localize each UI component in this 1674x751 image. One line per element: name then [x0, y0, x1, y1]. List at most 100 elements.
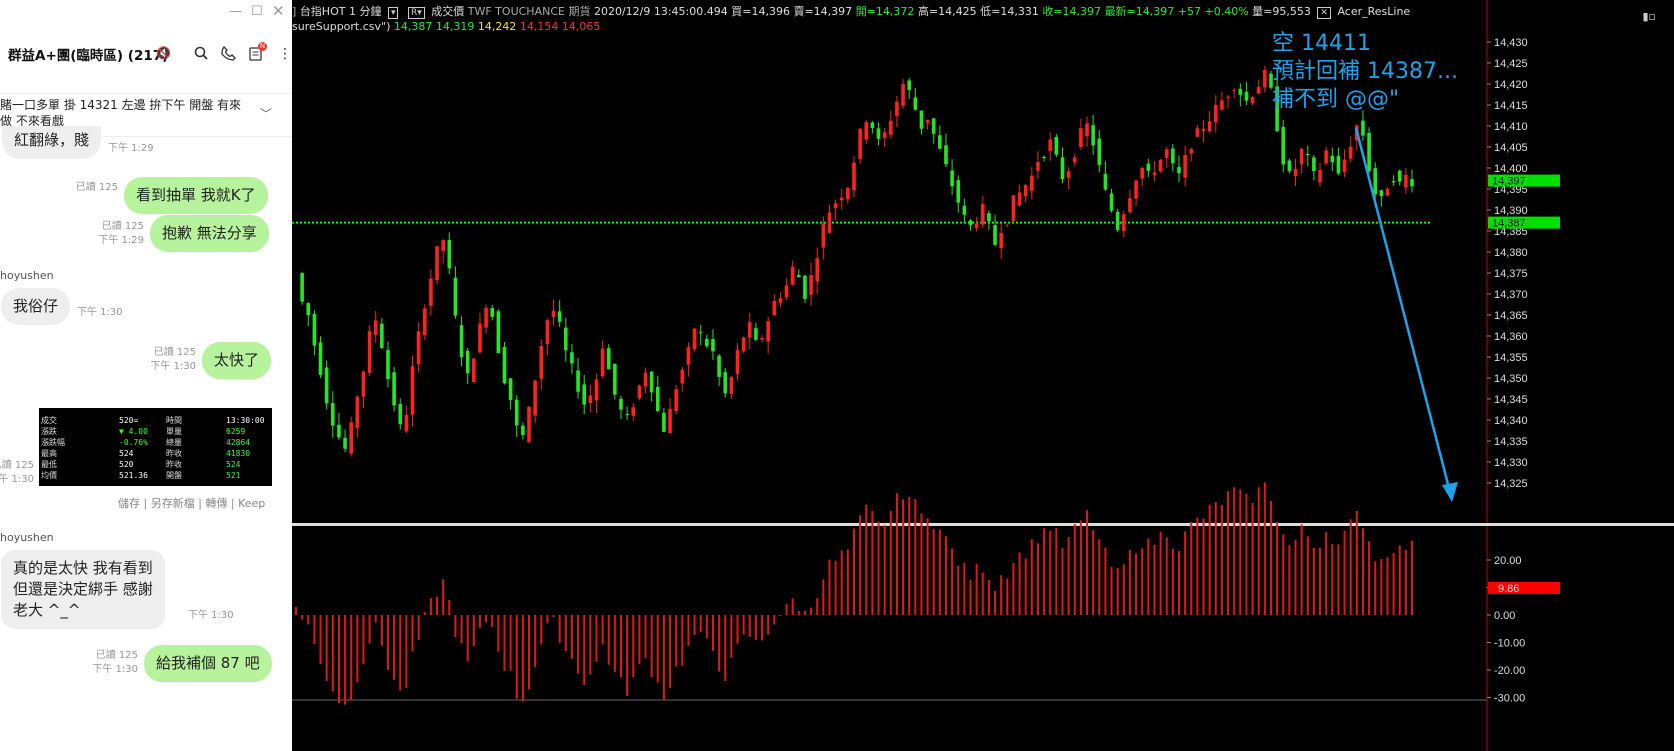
chat-group-title: 群益A+團(臨時區) (217) — [8, 48, 169, 64]
osc-tick-label: -30.00 — [1494, 693, 1525, 705]
quote-cell: -0.76% — [119, 438, 148, 447]
candle-body — [938, 135, 942, 149]
message-time: 下午 1:29 — [108, 143, 154, 154]
candle-body — [312, 313, 317, 346]
candle-body — [876, 128, 881, 139]
candle-body — [692, 328, 697, 349]
annotation-line: 補不到 @@" — [1272, 87, 1400, 112]
candle-body — [625, 414, 629, 416]
trend-arrow — [1354, 127, 1452, 493]
candle-body — [330, 403, 335, 426]
candle-body — [1397, 170, 1402, 182]
candle-body — [1342, 159, 1347, 172]
quote-cell: 單量 — [166, 427, 182, 436]
message-bubble[interactable]: 給我補個 87 吧 — [144, 645, 272, 682]
candle-body — [343, 437, 347, 449]
candle-body — [619, 398, 623, 410]
candle-body — [496, 311, 501, 354]
candle-body — [1042, 157, 1046, 159]
candle-body — [1134, 180, 1138, 199]
candle-body — [1238, 88, 1243, 95]
sender-name: hoyushen — [0, 531, 54, 544]
candle-body — [484, 308, 488, 328]
candle-body — [631, 407, 636, 416]
candle-body — [1140, 167, 1144, 179]
candle-body — [950, 170, 954, 187]
candle-body — [373, 320, 378, 335]
candle-body — [649, 371, 654, 393]
candle-body — [723, 372, 728, 394]
candle-body — [478, 323, 482, 353]
candle-body — [1410, 179, 1414, 187]
candle-body — [508, 378, 513, 401]
candle-body — [1232, 90, 1236, 92]
candle-body — [551, 310, 556, 318]
notice-text: 賭一口多單 掛 14321 左邊 拚下午 開盤 有來做 不來看戲 — [0, 98, 242, 128]
quote-cell: 均價 — [41, 471, 57, 480]
candle-body — [1048, 139, 1053, 152]
read-receipt: 已讀 125 — [153, 347, 196, 358]
candle-body — [404, 414, 409, 432]
minimize-icon[interactable]: — — [229, 4, 242, 19]
price-tick-label: 14,430 — [1494, 37, 1528, 49]
message-bubble[interactable]: 我俗仔 — [1, 288, 71, 325]
support-price-tag: 14,387 — [1492, 218, 1526, 230]
close-icon[interactable]: ✕ — [272, 2, 285, 20]
maximize-icon[interactable]: ☐ — [251, 4, 263, 19]
candle-body — [1336, 156, 1341, 174]
candle-body — [1054, 136, 1059, 155]
candle-body — [778, 298, 783, 303]
candle-body — [410, 366, 415, 415]
candle-body — [1146, 163, 1151, 171]
notification-badge: N — [258, 42, 267, 51]
keep-action[interactable]: Keep — [238, 497, 265, 510]
more-menu-icon[interactable]: ⋮ — [278, 46, 292, 62]
message-time: 下午 1:30 — [0, 474, 34, 485]
forward-action[interactable]: 轉傳 — [205, 497, 227, 510]
candle-body — [1005, 224, 1010, 226]
message-bubble[interactable]: 紅翻綠，賤 — [2, 126, 102, 159]
candle-body — [907, 80, 911, 90]
candle-body — [1220, 100, 1224, 110]
message-bubble[interactable]: 看到抽單 我就K了 — [124, 177, 268, 214]
candle-body — [944, 145, 948, 165]
quote-cell: 昨收 — [166, 449, 182, 458]
search-icon[interactable] — [194, 46, 208, 64]
candle-body — [441, 240, 445, 251]
price-tick-label: 14,420 — [1494, 79, 1528, 91]
candle-body — [398, 403, 403, 425]
quote-cell: 最低 — [41, 460, 57, 469]
candle-body — [465, 350, 470, 374]
candle-body — [987, 213, 991, 222]
price-tick-label: 14,425 — [1494, 58, 1528, 70]
price-tick-label: 14,390 — [1494, 205, 1528, 217]
candle-body — [711, 339, 715, 352]
message-bubble[interactable]: 抱歉 無法分享 — [150, 215, 269, 252]
candle-body — [422, 308, 427, 336]
candle-body — [1379, 190, 1384, 197]
save-as-action[interactable]: 另存新檔 — [151, 497, 195, 510]
candle-body — [797, 275, 801, 278]
candle-body — [895, 101, 899, 117]
price-tick-label: 14,375 — [1494, 268, 1528, 280]
candle-body — [1213, 104, 1218, 123]
price-tick-label: 14,345 — [1494, 394, 1528, 406]
candle-body — [643, 372, 648, 387]
chevron-down-icon[interactable]: ﹀ — [260, 106, 272, 122]
candle-body — [1207, 121, 1212, 132]
phone-icon[interactable] — [221, 46, 236, 65]
trading-chart-window: ] 台指HOT 1 分鐘 ▾ R▾ 成交價 TWF TOUCHANCE 期貨 2… — [292, 0, 1674, 751]
candle-body — [355, 396, 360, 428]
price-chart[interactable]: 14,430 14,425 14,420 14,415 14,410 14,405 14,4… — [292, 0, 1674, 751]
quote-cell: 成交 — [41, 416, 57, 425]
candle-body — [931, 118, 936, 134]
quote-cell: 漲跌幅 — [41, 438, 65, 447]
candle-body — [306, 303, 311, 315]
message-bubble[interactable]: 太快了 — [202, 342, 272, 379]
shared-quote-image[interactable]: 成交 520= 時間 13:30:00 漲跌 ▼ 4.00 單量 6259 漲跌幅 -0.76% 總… — [39, 408, 272, 486]
candle-body — [606, 348, 611, 370]
price-tick-label: 14,370 — [1494, 289, 1528, 301]
candle-body — [747, 322, 752, 338]
save-action[interactable]: 儲存 — [118, 497, 140, 510]
message-bubble[interactable]: 真的是太快 我有看到 但還是決定綁手 感謝 老大 ^_^ — [1, 550, 165, 629]
